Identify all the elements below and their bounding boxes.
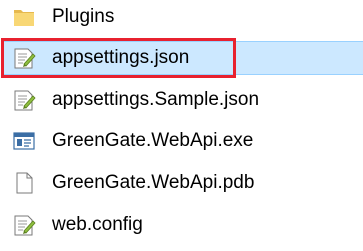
- exe-file-icon: [12, 129, 36, 153]
- file-name: Plugins: [52, 6, 115, 27]
- file-name: web.config: [52, 214, 143, 235]
- file-name: appsettings.Sample.json: [52, 89, 260, 110]
- json-file-icon: [12, 88, 36, 112]
- file-name: GreenGate.WebApi.exe: [52, 130, 254, 151]
- file-row-web-config[interactable]: web.config: [0, 208, 363, 242]
- file-name: GreenGate.WebApi.pdb: [52, 172, 255, 193]
- file-row-appsettings-sample-json[interactable]: appsettings.Sample.json: [0, 83, 363, 117]
- file-row-greengate-webapi-pdb[interactable]: GreenGate.WebApi.pdb: [0, 166, 363, 200]
- json-file-icon: [12, 46, 36, 70]
- file-row-greengate-webapi-exe[interactable]: GreenGate.WebApi.exe: [0, 124, 363, 158]
- blank-file-icon: [12, 171, 36, 195]
- file-list: Plugins appsettings.json appsettings.Sam…: [0, 0, 363, 251]
- folder-icon: [12, 5, 36, 29]
- config-file-icon: [12, 213, 36, 237]
- file-name: appsettings.json: [52, 47, 190, 68]
- file-row-appsettings-json[interactable]: appsettings.json: [0, 41, 363, 75]
- file-row-plugins[interactable]: Plugins: [0, 0, 363, 34]
